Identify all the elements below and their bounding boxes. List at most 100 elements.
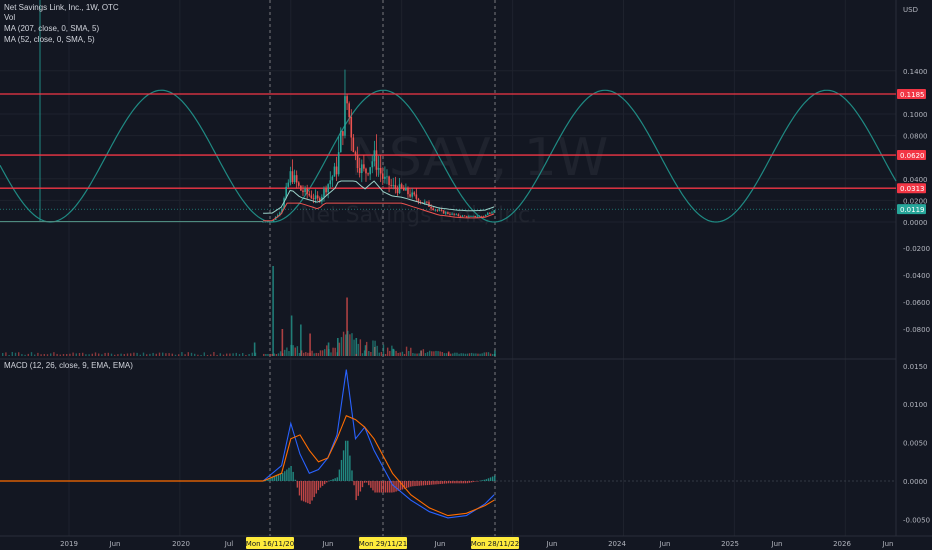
volume-bar bbox=[433, 351, 435, 356]
volume-bar bbox=[475, 353, 477, 356]
macd-histogram-bar bbox=[428, 481, 431, 485]
legend-ma52[interactable]: MA (52, close, 0, SMA, 5) bbox=[4, 35, 95, 45]
candle-body bbox=[304, 188, 306, 193]
volume-bar bbox=[146, 354, 148, 356]
volume-bar bbox=[405, 346, 408, 356]
volume-bar bbox=[158, 352, 161, 356]
volume-bar bbox=[399, 352, 401, 356]
volume-bar bbox=[359, 339, 362, 356]
volume-bar bbox=[338, 342, 341, 356]
volume-bar bbox=[242, 353, 244, 356]
macd-histogram-bar bbox=[447, 481, 450, 484]
volume-bar bbox=[139, 354, 141, 356]
volume-bar bbox=[229, 353, 231, 356]
volume-bar bbox=[298, 352, 301, 356]
level-label: 0.1185 bbox=[900, 91, 925, 99]
volume-bar bbox=[59, 354, 61, 356]
volume-bar bbox=[374, 340, 376, 356]
volume-bar bbox=[370, 351, 372, 356]
volume-bar bbox=[441, 352, 443, 356]
volume-bar bbox=[323, 349, 326, 356]
time-tick: Jul bbox=[224, 540, 234, 548]
macd-tick: 0.0100 bbox=[903, 401, 928, 409]
macd-histogram-bar bbox=[460, 481, 462, 484]
volume-bar bbox=[126, 353, 129, 356]
volume-bar bbox=[78, 352, 81, 356]
legend-macd[interactable]: MACD (12, 26, close, 9, EMA, EMA) bbox=[4, 361, 133, 371]
volume-bar bbox=[265, 353, 267, 356]
macd-histogram-bar bbox=[431, 481, 433, 485]
price-tick: 0.0400 bbox=[903, 176, 928, 184]
candle-body bbox=[438, 210, 441, 211]
legend-symbol[interactable]: Net Savings Link, Inc., 1W, OTC bbox=[4, 3, 119, 13]
macd-histogram-bar bbox=[349, 455, 351, 481]
volume-bar bbox=[200, 354, 202, 356]
volume-bar bbox=[194, 353, 196, 356]
volume-bar bbox=[152, 352, 154, 356]
candle-body bbox=[314, 195, 317, 200]
volume-bar bbox=[332, 347, 334, 356]
legend-vol[interactable]: Vol bbox=[4, 13, 15, 23]
volume-bar bbox=[317, 353, 320, 356]
time-tick: 2024 bbox=[608, 540, 626, 548]
volume-bar bbox=[321, 350, 324, 356]
volume-bar bbox=[309, 333, 311, 356]
candle-body bbox=[293, 175, 296, 183]
macd-histogram-bar bbox=[305, 481, 307, 503]
macd-histogram-bar bbox=[479, 480, 481, 482]
price-tick: 0.0200 bbox=[903, 197, 928, 205]
macd-histogram-bar bbox=[386, 481, 389, 493]
candle-body bbox=[390, 184, 392, 186]
candle-body bbox=[436, 209, 439, 211]
macd-histogram-bar bbox=[445, 481, 448, 484]
candle-body bbox=[312, 198, 315, 200]
candle-body bbox=[493, 210, 495, 213]
macd-histogram-bar bbox=[365, 481, 368, 483]
volume-bar bbox=[171, 353, 173, 356]
candle-body bbox=[270, 221, 273, 223]
volume-bar bbox=[184, 354, 186, 356]
volume-bar bbox=[273, 353, 275, 356]
macd-histogram-bar bbox=[443, 481, 446, 484]
volume-bar bbox=[142, 352, 145, 356]
watermark-name: Net Savings Link, Inc. bbox=[300, 203, 537, 228]
volume-bar bbox=[340, 337, 343, 356]
legend-ma207[interactable]: MA (207, close, 0, SMA, 5) bbox=[4, 24, 99, 34]
volume-bar bbox=[130, 353, 132, 356]
chart-canvas[interactable]: NSAV, 1W Net Savings Link, Inc. 0.11850.… bbox=[0, 0, 932, 550]
volume-bar bbox=[190, 352, 193, 356]
volume-bar bbox=[302, 352, 305, 356]
volume-bar bbox=[479, 353, 481, 356]
macd-histogram-bar bbox=[357, 481, 359, 496]
volume-bar bbox=[452, 353, 454, 356]
volume-bar bbox=[263, 353, 265, 356]
candle-body bbox=[394, 185, 397, 189]
macd-tick: 0.0000 bbox=[903, 478, 928, 486]
volume-bar bbox=[334, 347, 336, 356]
volume-bar bbox=[34, 354, 36, 356]
volume-bar bbox=[165, 353, 167, 356]
candle-body bbox=[400, 184, 403, 188]
macd-histogram-bar bbox=[418, 481, 420, 486]
volume-bar bbox=[347, 330, 349, 356]
volume-bar bbox=[210, 354, 212, 356]
candle-body bbox=[402, 187, 405, 191]
volume-bar bbox=[424, 353, 427, 356]
volume-bar bbox=[222, 354, 225, 356]
candle-body bbox=[392, 185, 395, 186]
time-tick: 2026 bbox=[833, 540, 851, 548]
volume-bar bbox=[309, 352, 311, 356]
candle-body bbox=[354, 152, 357, 155]
macd-histogram-bar bbox=[466, 481, 469, 484]
candle-body bbox=[409, 194, 411, 197]
last-price-label: 0.0119 bbox=[900, 206, 925, 214]
volume-bar bbox=[477, 353, 479, 356]
volume-bar bbox=[14, 352, 17, 356]
volume-bar bbox=[27, 353, 29, 356]
macd-histogram-bar bbox=[319, 481, 322, 488]
volume-bar bbox=[342, 331, 345, 356]
macd-histogram-bar bbox=[437, 481, 439, 485]
macd-histogram-bar bbox=[489, 477, 492, 481]
volume-bar bbox=[326, 345, 328, 356]
macd-histogram-bar bbox=[279, 474, 282, 481]
